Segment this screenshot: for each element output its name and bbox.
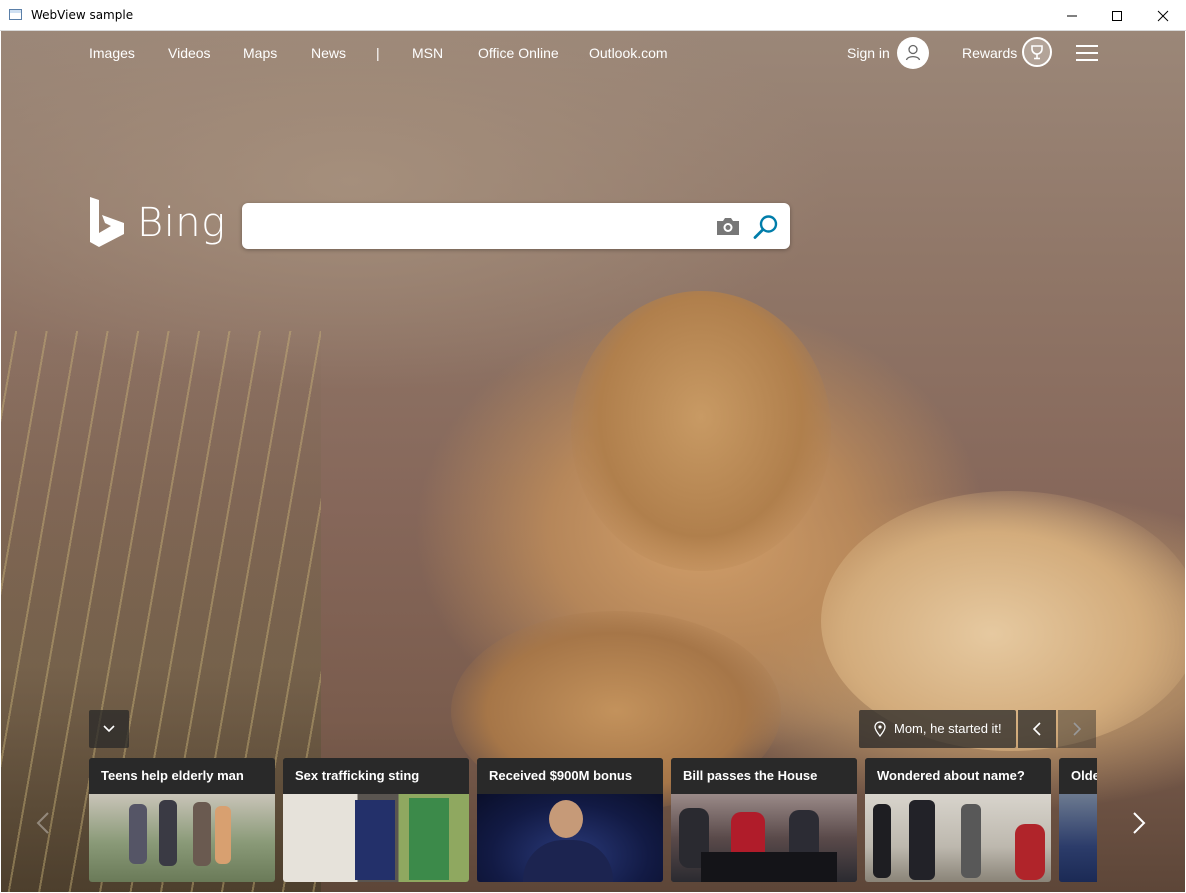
app-icon xyxy=(9,9,22,20)
carousel-prev-button[interactable] xyxy=(31,805,55,841)
nav-link-msn[interactable]: MSN xyxy=(412,45,443,61)
news-card-title: Wondered about name? xyxy=(865,758,1051,794)
nav-link-outlook[interactable]: Outlook.com xyxy=(589,45,668,61)
minimize-icon xyxy=(1067,15,1077,17)
nav-separator: | xyxy=(376,45,380,61)
news-card-thumbnail xyxy=(1059,794,1097,882)
maximize-icon xyxy=(1112,11,1122,21)
news-card[interactable]: Received $900M bonus xyxy=(477,758,663,882)
search-box xyxy=(242,203,790,249)
news-card-thumbnail xyxy=(477,794,663,882)
news-card-title: Olde xyxy=(1059,758,1097,794)
news-card-title: Sex trafficking sting xyxy=(283,758,469,794)
previous-image-button[interactable] xyxy=(1018,710,1056,748)
nav-link-maps[interactable]: Maps xyxy=(243,45,277,61)
visual-search-camera-icon[interactable] xyxy=(715,215,741,237)
chevron-left-icon xyxy=(1032,722,1041,736)
window-titlebar: WebView sample xyxy=(0,0,1186,31)
bing-b-icon xyxy=(90,197,124,247)
image-info-button[interactable]: Mom, he started it! xyxy=(859,710,1016,748)
search-icon[interactable] xyxy=(752,213,780,241)
top-navigation: Images Videos Maps News | MSN Office Onl… xyxy=(1,31,1185,75)
carousel-next-button[interactable] xyxy=(1127,805,1151,841)
close-icon xyxy=(1157,10,1169,22)
background-lion-cub-upper xyxy=(571,291,831,571)
collapse-feed-button[interactable] xyxy=(89,710,129,748)
location-pin-icon xyxy=(874,721,886,737)
news-card[interactable]: Teens help elderly man xyxy=(89,758,275,882)
window-title: WebView sample xyxy=(31,8,134,22)
maximize-button[interactable] xyxy=(1094,0,1140,31)
news-card-thumbnail xyxy=(89,794,275,882)
news-card[interactable]: Sex trafficking sting xyxy=(283,758,469,882)
news-card-title: Teens help elderly man xyxy=(89,758,275,794)
trophy-icon xyxy=(1031,45,1043,60)
chevron-down-icon xyxy=(103,725,115,733)
close-button[interactable] xyxy=(1140,0,1186,31)
minimize-button[interactable] xyxy=(1049,0,1095,31)
rewards-trophy-button[interactable] xyxy=(1022,37,1052,67)
avatar[interactable] xyxy=(897,37,929,69)
news-card-thumbnail xyxy=(671,794,857,882)
bing-logo[interactable]: Bing xyxy=(89,196,225,248)
nav-link-images[interactable]: Images xyxy=(89,45,135,61)
news-card[interactable]: Olde xyxy=(1059,758,1097,882)
webview-content: Images Videos Maps News | MSN Office Onl… xyxy=(1,31,1185,892)
news-card-thumbnail xyxy=(283,794,469,882)
user-icon xyxy=(905,44,921,61)
next-image-button[interactable] xyxy=(1058,710,1096,748)
image-info-label: Mom, he started it! xyxy=(894,721,1002,736)
news-card-thumbnail xyxy=(865,794,1051,882)
chevron-right-icon xyxy=(1133,812,1146,834)
logo-text: Bing xyxy=(137,200,226,246)
news-card[interactable]: Wondered about name? xyxy=(865,758,1051,882)
news-card-title: Bill passes the House xyxy=(671,758,857,794)
search-input[interactable] xyxy=(256,213,700,241)
news-card[interactable]: Bill passes the House xyxy=(671,758,857,882)
news-carousel: Teens help elderly man Sex trafficking s… xyxy=(89,758,1097,882)
nav-link-videos[interactable]: Videos xyxy=(168,45,211,61)
hamburger-menu-icon[interactable] xyxy=(1076,45,1098,61)
chevron-right-icon xyxy=(1073,722,1082,736)
nav-link-office-online[interactable]: Office Online xyxy=(478,45,559,61)
chevron-left-icon xyxy=(36,812,49,834)
signin-link[interactable]: Sign in xyxy=(847,45,890,61)
nav-link-news[interactable]: News xyxy=(311,45,346,61)
rewards-link[interactable]: Rewards xyxy=(962,45,1017,61)
news-card-title: Received $900M bonus xyxy=(477,758,663,794)
